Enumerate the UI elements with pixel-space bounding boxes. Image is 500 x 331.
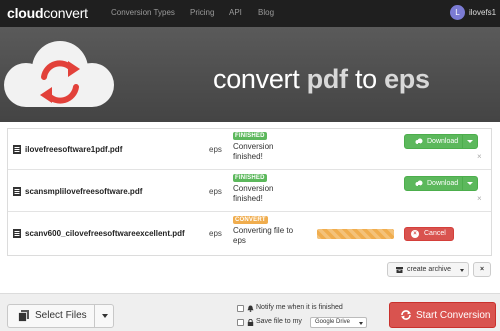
cloud-download-icon [415,138,423,146]
nav-link-blog[interactable]: Blog [258,8,274,17]
select-files-divider [94,305,95,327]
file-row: scansmplilovefreesoftware.pdf eps FINISH… [8,171,491,212]
file-name: scanv600_cilovefreesoftwareexcellent.pdf [25,229,185,238]
bell-icon [247,305,254,312]
hero-to-format[interactable]: eps [384,64,430,94]
file-icon [13,187,21,196]
storage-select-value: Google Drive [315,319,351,325]
status-text: Conversion finished! [233,142,274,161]
download-label: Download [427,138,459,145]
file-list: ilovefreesoftware1pdf.pdf eps FINISHED C… [7,128,492,256]
file-icon [13,229,21,238]
remove-file-icon[interactable]: × [477,152,482,161]
download-button[interactable]: Download [404,134,478,149]
status-text: Converting file to eps [233,226,294,245]
cancel-label: Cancel [424,230,446,237]
start-conversion-label: Start Conversion [416,310,491,321]
notify-label: Notify me when it is finished [256,304,343,311]
cancel-button[interactable]: × Cancel [404,227,454,241]
logo-text-bold: cloud [7,5,44,21]
top-navbar: cloudconvert Conversion Types Pricing AP… [0,0,500,27]
hero-from-format[interactable]: pdf [307,64,348,94]
notify-checkbox[interactable] [237,305,244,312]
download-divider [462,135,463,148]
hero-title: convert pdf to eps [213,64,430,95]
file-row: scanv600_cilovefreesoftwareexcellent.pdf… [8,213,491,254]
save-to-checkbox[interactable] [237,319,244,326]
start-conversion-button[interactable]: Start Conversion [389,302,496,328]
remove-file-icon[interactable]: × [477,194,482,203]
target-format[interactable]: eps [209,187,222,196]
logo-text-light: convert [43,5,88,21]
chevron-down-icon [460,269,464,272]
status-badge: CONVERT [233,216,268,224]
select-files-label: Select Files [35,310,87,321]
files-icon [18,310,29,322]
chevron-down-icon[interactable] [102,314,108,318]
storage-select[interactable]: Google Drive [310,317,367,328]
status-badge: FINISHED [233,132,267,140]
file-name: ilovefreesoftware1pdf.pdf [25,145,123,154]
download-divider [462,177,463,190]
select-files-main[interactable]: Select Files [8,305,94,327]
archive-icon [396,267,403,273]
cloudconvert-logo[interactable]: cloudconvert [7,5,88,21]
create-archive-label: create archive [407,266,451,273]
target-format[interactable]: eps [209,145,222,154]
cloud-download-icon [415,180,423,188]
conversion-progress-bar [317,229,394,239]
hero-word-to: to [354,64,377,94]
status-badge: FINISHED [233,174,267,182]
hero-banner: convert pdf to eps [0,27,500,122]
nav-link-pricing[interactable]: Pricing [190,8,214,17]
file-icon [13,145,21,154]
chevron-down-icon[interactable] [467,140,473,143]
user-avatar[interactable]: L [450,5,465,20]
file-name: scansmplilovefreesoftware.pdf [25,187,143,196]
save-to-label: Save file to my [256,318,302,325]
select-files-button[interactable]: Select Files [7,304,114,328]
file-row: ilovefreesoftware1pdf.pdf eps FINISHED C… [8,129,491,170]
chevron-down-icon[interactable] [467,182,473,185]
chevron-down-icon [359,322,363,325]
footer-bar: Select Files Notify me when it is finish… [0,293,500,331]
nav-link-conversion-types[interactable]: Conversion Types [111,8,175,17]
close-archive-button[interactable]: × [473,262,491,277]
cloud-convert-icon [4,41,114,107]
create-archive-button[interactable]: create archive [387,262,469,277]
lock-icon [247,319,254,326]
hero-word-convert: convert [213,64,300,94]
status-text: Conversion finished! [233,184,274,203]
target-format[interactable]: eps [209,229,222,238]
close-circle-icon: × [411,230,419,238]
user-name[interactable]: ilovefs1 [469,8,496,17]
progress-fill [317,229,394,239]
download-button[interactable]: Download [404,176,478,191]
download-label: Download [427,180,459,187]
refresh-icon [401,310,411,320]
nav-link-api[interactable]: API [229,8,242,17]
